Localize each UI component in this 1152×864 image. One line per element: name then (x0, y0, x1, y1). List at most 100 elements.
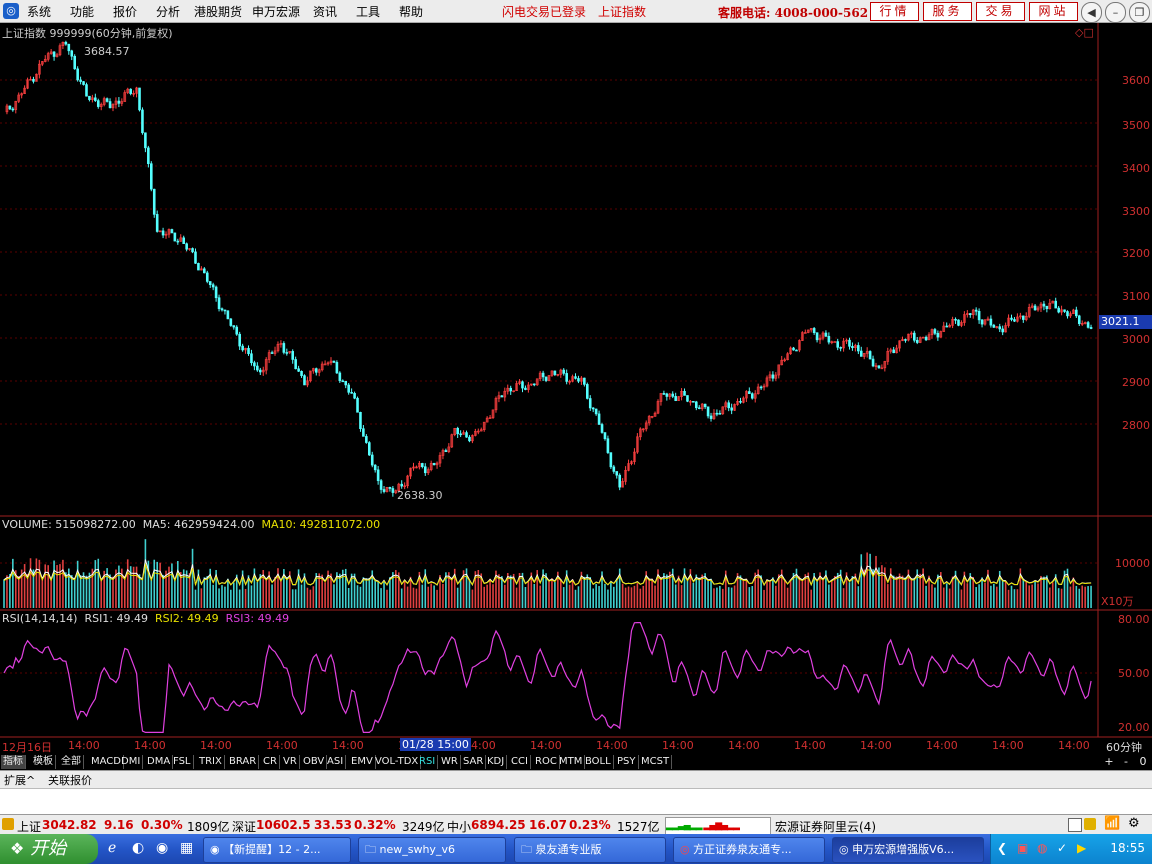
indicator-tab-模板[interactable]: 模板 (31, 755, 56, 769)
indicator-tab-trix[interactable]: TRIX (197, 755, 225, 769)
rsi3-value: RSI3: 49.49 (225, 612, 290, 625)
indicator-tab-kdj[interactable]: KDJ (485, 755, 508, 769)
candle (915, 339, 919, 343)
time-label: 14:00 (728, 739, 760, 752)
task-folder-swhy[interactable]: 🗀 new_swhy_v6 (358, 837, 506, 863)
desktop-icon[interactable]: ▦ (180, 840, 193, 856)
menu-swhy[interactable]: 申万宏源 (252, 3, 300, 20)
expand-tab[interactable]: 扩展^ (4, 772, 35, 788)
indicator-tab-全部[interactable]: 全部 (59, 755, 84, 769)
back-icon[interactable]: ◀ (1081, 2, 1102, 23)
chart-options-icon[interactable]: ◇□ (1075, 26, 1094, 39)
menu-system[interactable]: 系统 (27, 3, 51, 20)
tray-network-icon[interactable]: ▣ (1017, 841, 1028, 855)
indicator-tab-dmi[interactable]: DMI (119, 755, 144, 769)
add-pane-button[interactable]: + (1102, 755, 1116, 768)
task-founder[interactable]: ◎ 方正证券泉友通专... (673, 837, 825, 863)
reset-pane-button[interactable]: 0 (1136, 755, 1150, 768)
candle (85, 84, 88, 97)
indicator-tab-rsi[interactable]: RSI (417, 755, 439, 769)
candle (998, 326, 1002, 330)
candle (382, 489, 386, 492)
candle (615, 471, 619, 476)
indicator-tab-obv[interactable]: OBV (301, 755, 328, 769)
candle (795, 349, 798, 352)
indicator-tab-boll[interactable]: BOLL (583, 755, 614, 769)
candle (577, 378, 580, 382)
indicator-tab-brar[interactable]: BRAR (227, 755, 260, 769)
candle (827, 335, 831, 343)
chrome-icon[interactable]: ◉ (156, 840, 168, 856)
menu-news[interactable]: 资讯 (313, 3, 337, 20)
candle (859, 350, 863, 357)
tray-antivirus-icon[interactable]: ✓ (1057, 841, 1067, 855)
remove-pane-button[interactable]: - (1119, 755, 1133, 768)
indicator-tab-wr[interactable]: WR (439, 755, 461, 769)
candle (750, 393, 754, 399)
lock-icon[interactable] (1084, 818, 1096, 830)
clock: 18:55 (1110, 841, 1145, 855)
task-quanyoutong[interactable]: 🗀 泉友通专业版 (514, 837, 666, 863)
indicator-tab-指标[interactable]: 指标 (1, 755, 26, 769)
candle (211, 284, 215, 288)
candle (1054, 300, 1058, 309)
menu-help[interactable]: 帮助 (399, 3, 423, 20)
signal-icon[interactable]: 📶 (1104, 816, 1120, 831)
start-button[interactable]: ❖ 开始 (0, 834, 98, 864)
candle (748, 391, 751, 394)
ie-icon[interactable]: ℯ (108, 840, 116, 856)
candle (1086, 322, 1090, 328)
indicator-tab-cci[interactable]: CCI (509, 755, 531, 769)
menu-tools[interactable]: 工具 (356, 3, 380, 20)
candle (706, 406, 710, 417)
candle (379, 480, 383, 490)
indicator-tab-vr[interactable]: VR (281, 755, 300, 769)
sh-label: 上证 (17, 820, 42, 834)
indicator-tab-roc[interactable]: ROC (533, 755, 560, 769)
service-button[interactable]: 服务 (923, 2, 972, 21)
indicator-tab-mtm[interactable]: MTM (557, 755, 586, 769)
website-button[interactable]: 网站 (1029, 2, 1078, 21)
related-quotes-tab[interactable]: 关联报价 (48, 772, 92, 788)
alert-icon[interactable] (2, 818, 14, 830)
indicator-tab-psy[interactable]: PSY (615, 755, 639, 769)
restore-icon[interactable]: ❐ (1129, 2, 1150, 23)
candle (541, 372, 545, 378)
indicator-tab-dma[interactable]: DMA (145, 755, 174, 769)
window-icon[interactable] (1068, 818, 1082, 832)
candle (376, 469, 380, 481)
menu-analysis[interactable]: 分析 (156, 3, 180, 20)
market-button[interactable]: 行情 (870, 2, 919, 21)
settings-icon[interactable]: ⚙ (1128, 816, 1140, 831)
candle (203, 268, 206, 274)
indicator-tab-fsl[interactable]: FSL (171, 755, 194, 769)
browser-icon[interactable]: ◐ (132, 840, 144, 856)
menu-quote[interactable]: 报价 (113, 3, 137, 20)
tray-collapse-icon[interactable]: ❮ (997, 841, 1007, 855)
indicator-tab-cr[interactable]: CR (261, 755, 280, 769)
chart-area[interactable]: 上证指数 999999(60分钟,前复权) ◇□ 3684.57 2638.30… (0, 23, 1152, 758)
indicator-tab-vol-tdx[interactable]: VOL-TDX (373, 755, 422, 769)
indicator-tab-sar[interactable]: SAR (461, 755, 487, 769)
candle (674, 396, 677, 401)
menu-hk-futures[interactable]: 港股期货 (194, 3, 242, 20)
candle (848, 339, 851, 347)
tray-shield-icon[interactable]: ◍ (1037, 841, 1047, 855)
app-logo-icon[interactable]: ◎ (3, 3, 19, 19)
task-swhy-enhanced[interactable]: ◎ 申万宏源增强版V6... (832, 837, 984, 863)
indicator-tab-asi[interactable]: ASI (325, 755, 347, 769)
server-name[interactable]: 宏源证券阿里云(4) (775, 818, 876, 835)
indicator-tab-mcst[interactable]: MCST (639, 755, 673, 769)
high-price-label: 3684.57 (84, 45, 130, 58)
candle (238, 333, 241, 347)
sz-amount: 3249亿 (402, 820, 445, 834)
chart-canvas[interactable] (0, 23, 1152, 758)
indicator-tab-emv[interactable]: EMV (349, 755, 376, 769)
minimize-icon[interactable]: – (1105, 2, 1126, 23)
candle (977, 311, 981, 321)
tray-volume-icon[interactable]: ▶ (1077, 841, 1086, 855)
task-reminder[interactable]: ◉ 【新提醒】12 - 2... (203, 837, 351, 863)
menu-function[interactable]: 功能 (70, 3, 94, 20)
trade-button[interactable]: 交易 (976, 2, 1025, 21)
candle (347, 384, 350, 393)
